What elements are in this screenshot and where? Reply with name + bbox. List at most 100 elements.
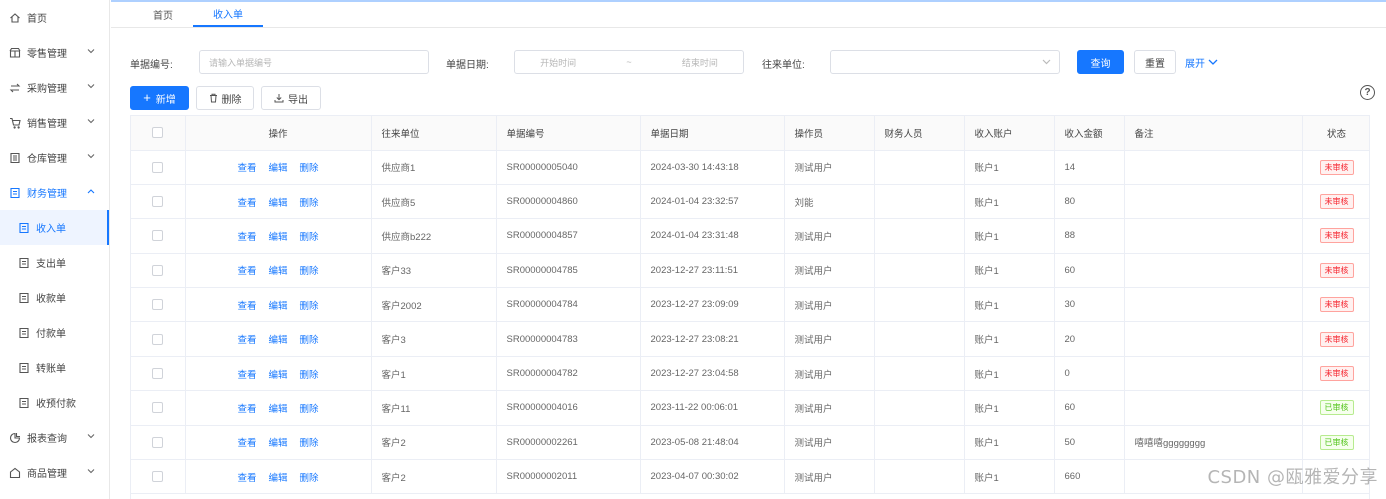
- header-partner: 往来单位: [371, 116, 497, 151]
- header-operator: 操作员: [784, 116, 875, 151]
- view-link[interactable]: 查看: [237, 301, 256, 312]
- sidebar-item-3[interactable]: 销售管理: [0, 105, 109, 140]
- sidebar-subitem-2[interactable]: 收款单: [0, 280, 109, 315]
- bill-no-input[interactable]: 请输入单据编号: [199, 50, 429, 74]
- cell-income-account: 账户1: [964, 321, 1055, 357]
- cell-bill-date: 2024-01-04 23:31:48: [640, 218, 785, 254]
- tab-income-bill[interactable]: 收入单: [193, 2, 263, 27]
- row-checkbox[interactable]: [152, 299, 164, 311]
- document-icon: [18, 397, 30, 409]
- sidebar-item-5[interactable]: 财务管理: [0, 175, 109, 210]
- edit-link[interactable]: 编辑: [268, 198, 287, 209]
- edit-link[interactable]: 编辑: [268, 163, 287, 174]
- row-checkbox[interactable]: [152, 436, 164, 448]
- cell-status: 已审核: [1302, 425, 1369, 461]
- cell-finance-staff: [874, 459, 965, 495]
- row-actions: 查看 编辑 删除: [185, 253, 372, 289]
- cell-partner: 客户33: [371, 253, 497, 289]
- sidebar: 首页 零售管理 采购管理 销售管理 仓库管理 财务管理 收入单 支出单 收款单 …: [0, 0, 110, 499]
- sidebar-bottom-item-1[interactable]: 商品管理: [0, 455, 109, 490]
- cell-bill-date: 2023-12-27 23:09:09: [640, 287, 785, 323]
- sidebar-subitem-1[interactable]: 支出单: [0, 245, 109, 280]
- sidebar-item-4[interactable]: 仓库管理: [0, 140, 109, 175]
- delete-link[interactable]: 删除: [300, 370, 319, 381]
- date-range-picker[interactable]: 开始时间 ~ 结束时间: [514, 50, 744, 74]
- view-link[interactable]: 查看: [237, 266, 256, 277]
- chevron-down-icon: [87, 84, 95, 89]
- row-checkbox[interactable]: [152, 333, 164, 345]
- delete-link[interactable]: 删除: [300, 335, 319, 346]
- export-button[interactable]: 导出: [261, 86, 321, 110]
- row-checkbox[interactable]: [152, 196, 164, 208]
- row-checkbox[interactable]: [152, 368, 164, 380]
- sidebar-bottom-item-0[interactable]: 报表查询: [0, 420, 109, 455]
- view-link[interactable]: 查看: [237, 232, 256, 243]
- delete-link[interactable]: 删除: [300, 301, 319, 312]
- delete-link[interactable]: 删除: [300, 163, 319, 174]
- sidebar-item-2[interactable]: 采购管理: [0, 70, 109, 105]
- cell-partner: 客户1: [371, 356, 497, 392]
- add-button[interactable]: + 新增: [130, 86, 189, 110]
- row-checkbox[interactable]: [152, 471, 164, 483]
- select-all-checkbox[interactable]: [152, 127, 164, 139]
- edit-link[interactable]: 编辑: [268, 370, 287, 381]
- edit-link[interactable]: 编辑: [268, 266, 287, 277]
- delete-link[interactable]: 删除: [300, 438, 319, 449]
- cell-income-account: 账户1: [964, 150, 1055, 185]
- sidebar-subitem-3[interactable]: 付款单: [0, 315, 109, 350]
- sidebar-subitem-label: 支出单: [36, 259, 66, 270]
- cell-bill-no: SR00000004784: [496, 287, 641, 323]
- delete-button[interactable]: 删除: [196, 86, 254, 110]
- row-actions: 查看 编辑 删除: [185, 425, 372, 461]
- view-link[interactable]: 查看: [237, 163, 256, 174]
- delete-link[interactable]: 删除: [300, 198, 319, 209]
- delete-label: 删除: [221, 94, 242, 106]
- expand-link[interactable]: 展开: [1185, 55, 1218, 70]
- table-row: 查看 编辑 删除 客户11 SR00000004016 2023-11-22 00:…: [131, 390, 1369, 426]
- export-icon: [274, 94, 284, 103]
- row-checkbox[interactable]: [152, 264, 164, 276]
- header-income-account: 收入账户: [964, 116, 1055, 151]
- cell-income-amount: 60: [1054, 390, 1125, 426]
- edit-link[interactable]: 编辑: [268, 404, 287, 415]
- cell-partner: 客户11: [371, 390, 497, 426]
- chevron-down-icon: [87, 434, 95, 439]
- view-link[interactable]: 查看: [237, 473, 256, 484]
- view-link[interactable]: 查看: [237, 335, 256, 346]
- cell-income-amount: 60: [1054, 253, 1125, 289]
- row-checkbox[interactable]: [152, 402, 164, 414]
- delete-link[interactable]: 删除: [300, 232, 319, 243]
- sidebar-item-0[interactable]: 首页: [0, 0, 109, 35]
- edit-link[interactable]: 编辑: [268, 335, 287, 346]
- edit-link[interactable]: 编辑: [268, 232, 287, 243]
- delete-link[interactable]: 删除: [300, 266, 319, 277]
- view-link[interactable]: 查看: [237, 438, 256, 449]
- table-header-row: 操作 往来单位 单据编号 单据日期 操作员 财务人员 收入账户 收入金额 备注 …: [131, 116, 1369, 151]
- query-button[interactable]: 查询: [1077, 50, 1124, 74]
- partner-select[interactable]: [830, 50, 1060, 74]
- edit-link[interactable]: 编辑: [268, 473, 287, 484]
- sidebar-item-1[interactable]: 零售管理: [0, 35, 109, 70]
- view-link[interactable]: 查看: [237, 404, 256, 415]
- add-label: 新增: [155, 94, 176, 106]
- cell-operator: 测试用户: [784, 425, 875, 461]
- view-link[interactable]: 查看: [237, 370, 256, 381]
- edit-link[interactable]: 编辑: [268, 301, 287, 312]
- sidebar-subitem-0[interactable]: 收入单: [0, 210, 109, 245]
- sidebar-subitem-label: 转账单: [36, 364, 66, 375]
- sidebar-subitem-4[interactable]: 转账单: [0, 350, 109, 385]
- delete-link[interactable]: 删除: [300, 404, 319, 415]
- edit-link[interactable]: 编辑: [268, 438, 287, 449]
- tab-home[interactable]: 首页: [133, 2, 193, 27]
- view-link[interactable]: 查看: [237, 198, 256, 209]
- help-icon[interactable]: ?: [1360, 85, 1375, 100]
- cell-operator: 测试用户: [784, 321, 875, 357]
- chevron-down-icon: [87, 119, 95, 124]
- sidebar-subitem-5[interactable]: 收预付款: [0, 385, 109, 420]
- reset-button[interactable]: 重置: [1134, 50, 1176, 74]
- product-icon: [9, 467, 21, 479]
- row-checkbox[interactable]: [152, 161, 164, 173]
- sidebar-item-label: 零售管理: [27, 49, 67, 60]
- row-checkbox[interactable]: [152, 230, 164, 242]
- delete-link[interactable]: 删除: [300, 473, 319, 484]
